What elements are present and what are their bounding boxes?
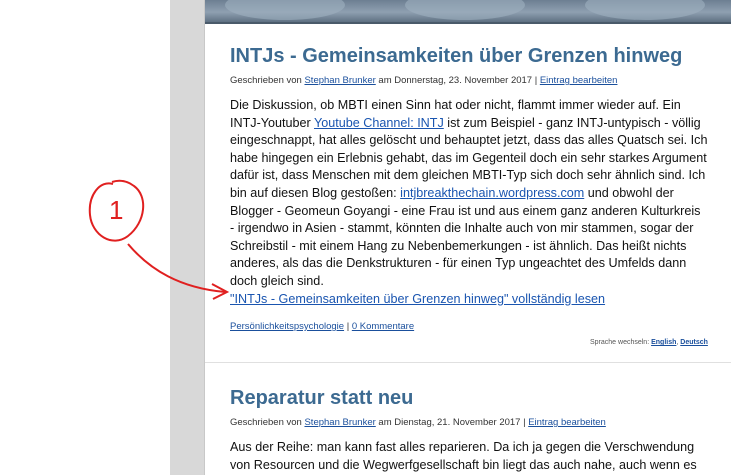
language-switch: Sprache wechseln: English, Deutsch (590, 339, 708, 346)
post-footer: Persönlichkeitspsychologie | 0 Kommentar… (230, 321, 415, 333)
post-title[interactable]: Reparatur statt neu (230, 386, 710, 410)
author-link[interactable]: Stephan Brunker (304, 75, 375, 86)
post-meta: Geschrieben von Stephan Brunker am Donne… (230, 75, 618, 86)
lang-english-link[interactable]: English (651, 339, 676, 346)
blog-page: INTJs - Gemeinsamkeiten über Grenzen hin… (204, 0, 731, 475)
annotation-circle (88, 179, 145, 242)
post-title[interactable]: INTJs - Gemeinsamkeiten über Grenzen hin… (230, 44, 710, 68)
edit-entry-link[interactable]: Eintrag bearbeiten (540, 75, 618, 86)
post-body: Aus der Reihe: man kann fast alles repar… (230, 440, 697, 472)
read-more-link[interactable]: "INTJs - Gemeinsamkeiten über Grenzen hi… (230, 291, 708, 309)
post-body: Die Diskussion, ob MBTI einen Sinn hat o… (230, 97, 708, 308)
header-image (205, 0, 731, 24)
comments-link[interactable]: 0 Kommentare (352, 321, 414, 332)
post-separator (205, 362, 731, 363)
post-meta: Geschrieben von Stephan Brunker am Diens… (230, 417, 606, 428)
blog-post: Reparatur statt neu Geschrieben von Step… (230, 386, 710, 474)
youtube-channel-link[interactable]: Youtube Channel: INTJ (314, 116, 444, 130)
lang-deutsch-link[interactable]: Deutsch (680, 339, 708, 346)
category-link[interactable]: Persönlichkeitspsychologie (230, 321, 344, 332)
edit-entry-link[interactable]: Eintrag bearbeiten (528, 417, 606, 428)
annotation-number: 1 (109, 195, 123, 225)
left-gutter (170, 0, 204, 475)
blog-post: INTJs - Gemeinsamkeiten über Grenzen hin… (230, 44, 710, 332)
blog-link[interactable]: intjbreakthechain.wordpress.com (400, 186, 584, 200)
author-link[interactable]: Stephan Brunker (304, 417, 375, 428)
